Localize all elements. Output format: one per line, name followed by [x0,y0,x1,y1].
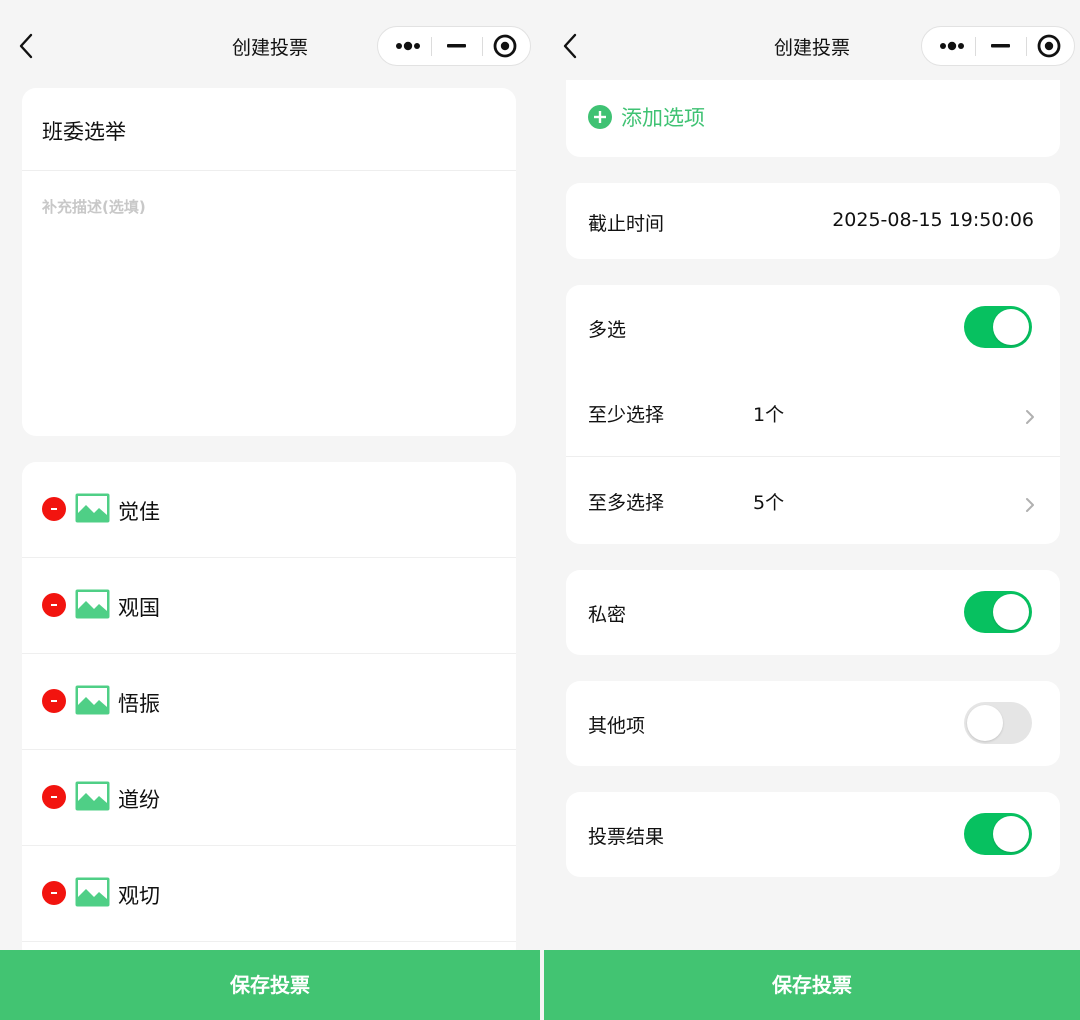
image-icon[interactable] [75,493,110,523]
save-poll-button[interactable]: 保存投票 [544,950,1080,1020]
add-option-label: 添加选项 [621,106,705,130]
plus-circle-icon [588,105,612,129]
vote-results-toggle[interactable] [964,813,1032,855]
multi-select-label: 多选 [588,319,627,341]
minimize-icon[interactable] [431,27,482,65]
deadline-value[interactable]: 2025-08-15 19:50:06 [832,209,1034,231]
min-select-row[interactable]: 至少选择 1个 [566,369,1060,457]
mini-program-capsule [377,26,531,66]
other-option-label: 其他项 [588,715,646,737]
deadline-label: 截止时间 [588,213,665,235]
more-dots-icon[interactable] [382,27,433,65]
save-poll-button[interactable]: 保存投票 [0,950,540,1020]
toggle-knob [993,816,1029,852]
option-label[interactable]: 觉佳 [118,496,160,526]
toggle-knob [993,309,1029,345]
max-select-label: 至多选择 [588,492,665,514]
divider [22,170,516,171]
close-target-icon[interactable] [1023,27,1074,65]
multi-select-toggle[interactable] [964,306,1032,348]
nav-bar: 创建投票 [0,0,540,80]
minus-circle-icon[interactable] [42,881,66,905]
toggle-knob [967,705,1003,741]
minus-circle-icon[interactable] [42,497,66,521]
minus-circle-icon[interactable] [42,593,66,617]
toggle-knob [993,594,1029,630]
image-icon[interactable] [75,589,110,619]
poll-description-input[interactable]: 补充描述(选填) [42,196,146,217]
chevron-right-icon [1026,498,1034,512]
option-label[interactable]: 悟振 [118,688,160,718]
image-icon[interactable] [75,877,110,907]
option-item: 观切 [22,846,516,942]
poll-info-card: 班委选举 补充描述(选填) [22,88,516,436]
left-screen: 创建投票 班委选举 补充描述(选填) 觉佳 观国 悟振 道纷 观切 保存投票 [0,0,540,1020]
minimize-icon[interactable] [975,27,1026,65]
option-label[interactable]: 观国 [118,592,160,622]
mini-program-capsule [921,26,1075,66]
image-icon[interactable] [75,685,110,715]
minus-circle-icon[interactable] [42,689,66,713]
option-label[interactable]: 观切 [118,880,160,910]
vote-results-label: 投票结果 [588,826,665,848]
poll-title-input[interactable]: 班委选举 [42,116,126,146]
min-select-label: 至少选择 [588,404,665,426]
min-select-value: 1个 [753,404,785,426]
vote-results-row: 投票结果 [566,792,1060,877]
max-select-value: 5个 [753,492,785,514]
other-option-toggle[interactable] [964,702,1032,744]
close-target-icon[interactable] [479,27,530,65]
option-item: 悟振 [22,654,516,750]
nav-bar: 创建投票 [544,0,1080,80]
multi-select-card: 多选 至少选择 1个 至多选择 5个 [566,285,1060,544]
deadline-row[interactable]: 截止时间 2025-08-15 19:50:06 [566,183,1060,259]
private-label: 私密 [588,604,627,626]
right-screen: 添加选项 创建投票 截止时间 2025-08-15 19:50:06 多选 至少… [544,0,1080,1020]
option-item: 观国 [22,558,516,654]
image-icon[interactable] [75,781,110,811]
options-card: 觉佳 观国 悟振 道纷 观切 [22,462,516,962]
chevron-right-icon [1026,410,1034,424]
option-item: 觉佳 [22,462,516,558]
private-toggle[interactable] [964,591,1032,633]
option-item: 道纷 [22,750,516,846]
private-row: 私密 [566,570,1060,655]
option-label[interactable]: 道纷 [118,784,160,814]
other-option-row: 其他项 [566,681,1060,766]
more-dots-icon[interactable] [926,27,977,65]
max-select-row[interactable]: 至多选择 5个 [566,457,1060,544]
divider [22,941,516,942]
minus-circle-icon[interactable] [42,785,66,809]
